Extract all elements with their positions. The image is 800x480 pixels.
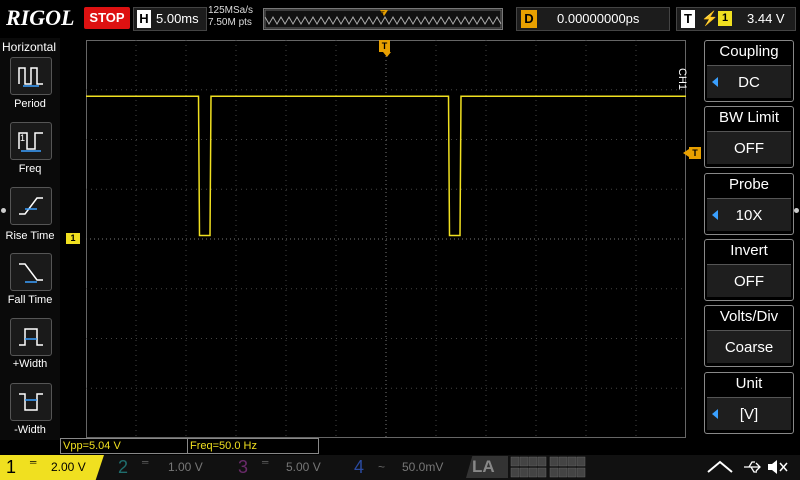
minus-width-button[interactable] — [10, 383, 52, 421]
invert-value-box[interactable]: OFF — [707, 264, 791, 297]
bw-limit-menu[interactable]: BW Limit OFF — [704, 106, 794, 168]
rigol-logo: RIGOL — [6, 5, 75, 30]
fall-time-label: Fall Time — [7, 294, 53, 306]
channel-label: CH1 — [676, 68, 688, 91]
bw-limit-title: BW Limit — [719, 109, 779, 126]
waveform-grid[interactable] — [86, 40, 686, 438]
period-label: Period — [14, 98, 46, 110]
ch1-scale: 2.00 V — [51, 460, 86, 474]
dc-coupling-icon: ═ — [262, 457, 269, 467]
unit-value-box[interactable]: [V] — [707, 397, 791, 430]
volts-div-title: Volts/Div — [719, 308, 779, 325]
volts-div-value: Coarse — [724, 339, 774, 356]
grid-lines — [86, 40, 686, 438]
trigger-position-arrow-icon — [383, 52, 391, 57]
fall-time-button[interactable] — [10, 253, 52, 291]
usb-icon — [744, 461, 761, 473]
memory-depth: 7.50M pts — [208, 17, 252, 28]
freq-measurement[interactable]: Freq=50.0 Hz — [187, 438, 319, 454]
invert-menu[interactable]: Invert OFF — [704, 239, 794, 301]
probe-menu[interactable]: Probe 10X — [704, 173, 794, 235]
timebase-box[interactable]: H 5.00ms — [133, 7, 207, 31]
period-button[interactable] — [10, 57, 52, 95]
menu-expand-icon[interactable] — [700, 456, 740, 478]
trigger-level: 3.44 V — [747, 11, 785, 26]
ch3-number: 3 — [238, 457, 249, 477]
volts-div-value-box[interactable]: Coarse — [707, 330, 791, 363]
ch4-scale: 50.0mV — [402, 460, 444, 474]
ch1-trace — [86, 95, 686, 237]
delay-box[interactable]: D 0.00000000ps — [516, 7, 670, 31]
digital-channels-icon — [510, 456, 586, 478]
period-icon — [18, 67, 43, 87]
svg-text:1: 1 — [20, 133, 25, 143]
ch4-tab[interactable]: 4 ~ 50.0mV — [348, 455, 458, 480]
ch1-ground-marker[interactable]: 1 — [66, 233, 80, 244]
coupling-menu[interactable]: Coupling DC — [704, 40, 794, 102]
probe-title: Probe — [728, 176, 770, 193]
unit-title: Unit — [735, 375, 763, 392]
ch2-scale: 1.00 V — [168, 460, 203, 474]
horizontal-key: H — [137, 10, 151, 28]
ch2-number: 2 — [118, 457, 129, 477]
freq-label: Freq — [18, 163, 42, 175]
trigger-key: T — [681, 10, 695, 28]
menu-page-dot-icon — [1, 208, 6, 213]
trigger-source: 1 — [718, 11, 732, 26]
fall-time-icon — [19, 263, 43, 283]
invert-value: OFF — [734, 273, 764, 290]
invert-title: Invert — [730, 242, 768, 259]
timebase-value: 5.00ms — [156, 11, 199, 26]
ch3-scale: 5.00 V — [286, 460, 321, 474]
bw-limit-value: OFF — [734, 140, 764, 157]
measure-panel-title: Horizontal — [2, 40, 57, 54]
bw-limit-value-box[interactable]: OFF — [707, 131, 791, 164]
rise-time-label: Rise Time — [5, 230, 55, 242]
unit-menu[interactable]: Unit [V] — [704, 372, 794, 434]
menu-page-dot-icon — [794, 208, 799, 213]
coupling-title: Coupling — [719, 43, 779, 60]
minus-width-label: -Width — [14, 424, 46, 436]
probe-value: 10X — [735, 207, 763, 224]
probe-value-box[interactable]: 10X — [707, 198, 791, 231]
ch1-number: 1 — [6, 457, 17, 477]
plus-width-button[interactable] — [10, 318, 52, 356]
delay-key: D — [521, 10, 537, 28]
memory-overview-strip[interactable]: T — [263, 8, 503, 30]
dc-coupling-icon: ═ — [142, 457, 149, 467]
acquisition-info: 125MSa/s 7.50M pts — [208, 5, 253, 29]
plus-width-icon — [19, 328, 43, 346]
memory-waveform-icon: T — [264, 9, 502, 29]
ch3-tab[interactable]: 3 ═ 5.00 V — [232, 455, 342, 480]
trigger-level-marker[interactable]: T — [689, 147, 701, 159]
svg-text:T: T — [381, 12, 385, 18]
ch1-tab[interactable]: 1 ═ 2.00 V — [0, 455, 104, 480]
vpp-measurement[interactable]: Vpp=5.04 V — [60, 438, 189, 454]
trigger-box[interactable]: T ⚡ 1 3.44 V — [676, 7, 796, 31]
la-label: LA — [472, 457, 495, 476]
minus-width-icon — [19, 393, 43, 411]
freq-icon: 1 — [18, 132, 43, 152]
dc-coupling-icon: ═ — [30, 457, 37, 467]
trigger-level-arrow-icon — [683, 149, 689, 157]
ac-coupling-icon: ~ — [378, 460, 386, 474]
coupling-value-box[interactable]: DC — [707, 65, 791, 98]
delay-value: 0.00000000ps — [557, 11, 640, 26]
run-stop-indicator[interactable]: STOP — [84, 7, 130, 29]
ch4-number: 4 — [354, 457, 365, 477]
trigger-position-marker[interactable]: T — [379, 40, 390, 52]
sample-rate: 125MSa/s — [208, 5, 254, 16]
rise-time-button[interactable] — [10, 187, 52, 225]
plus-width-label: +Width — [12, 358, 48, 370]
rise-time-icon — [19, 197, 43, 215]
unit-value: [V] — [739, 406, 759, 423]
volts-div-menu[interactable]: Volts/Div Coarse — [704, 305, 794, 367]
la-tab[interactable]: LA — [466, 456, 508, 478]
ch2-tab[interactable]: 2 ═ 1.00 V — [112, 455, 222, 480]
freq-button[interactable]: 1 — [10, 122, 52, 160]
speaker-muted-icon[interactable] — [766, 458, 790, 476]
rising-edge-icon: ⚡ — [701, 10, 719, 26]
coupling-value: DC — [738, 74, 760, 91]
